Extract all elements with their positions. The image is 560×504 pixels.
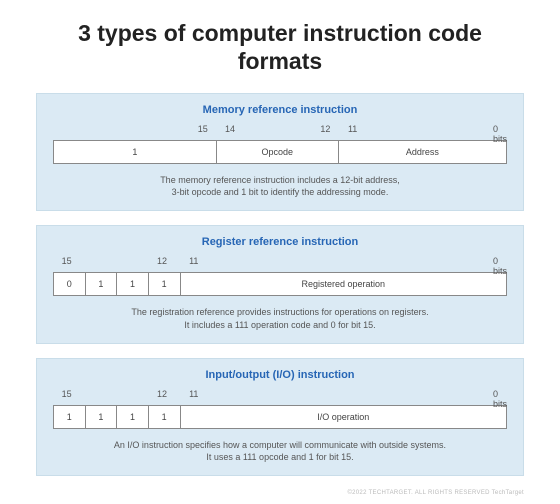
panel-register-bit-labels: 15 12 11 0 bits (53, 256, 507, 270)
cell-op1: 1 (86, 273, 118, 295)
panel-memory: Memory reference instruction 15 14 12 11… (36, 93, 524, 211)
panel-io-bit-labels: 15 12 11 0 bits (53, 389, 507, 403)
panel-register-cells: 0 1 1 1 Registered operation (53, 272, 507, 296)
cell-i-bit: 1 (54, 141, 217, 163)
panel-io-title: Input/output (I/O) instruction (53, 369, 507, 381)
bit-label: 12 (157, 389, 167, 399)
bit-label: 12 (157, 256, 167, 266)
bit-label: 11 (189, 256, 198, 266)
cell-op3: 1 (149, 273, 181, 295)
cell-bit15: 0 (54, 273, 86, 295)
panel-register-descr: The registration reference provides inst… (53, 306, 507, 330)
panel-io-cells: 1 1 1 1 I/O operation (53, 405, 507, 429)
bit-label: 0 bits (493, 389, 507, 409)
cell-address: Address (339, 141, 506, 163)
bit-label: 0 bits (493, 256, 507, 276)
cell-opcode: Opcode (217, 141, 339, 163)
diagram-title: 3 types of computer instruction code for… (36, 20, 524, 75)
bit-label: 15 (62, 256, 72, 266)
cell-op3: 1 (149, 406, 181, 428)
panel-memory-title: Memory reference instruction (53, 104, 507, 116)
copyright-footnote: ©2022 TECHTARGET. ALL RIGHTS RESERVED Te… (36, 490, 524, 496)
panel-memory-cells: 1 Opcode Address (53, 140, 507, 164)
bit-label: 11 (348, 124, 357, 134)
bit-label: 0 bits (493, 124, 507, 144)
cell-bit15: 1 (54, 406, 86, 428)
cell-op1: 1 (86, 406, 118, 428)
bit-label: 14 (225, 124, 235, 134)
cell-op2: 1 (117, 273, 149, 295)
bit-label: 15 (62, 389, 72, 399)
cell-io-op: I/O operation (181, 406, 507, 428)
panel-memory-descr: The memory reference instruction include… (53, 174, 507, 198)
cell-register-op: Registered operation (181, 273, 507, 295)
bit-label: 12 (320, 124, 330, 134)
bit-label: 15 (198, 124, 208, 134)
panel-io: Input/output (I/O) instruction 15 12 11 … (36, 358, 524, 476)
panel-register-title: Register reference instruction (53, 236, 507, 248)
panel-memory-bit-labels: 15 14 12 11 0 bits (53, 124, 507, 138)
panel-io-descr: An I/O instruction specifies how a compu… (53, 439, 507, 463)
bit-label: 11 (189, 389, 198, 399)
panel-register: Register reference instruction 15 12 11 … (36, 225, 524, 343)
cell-op2: 1 (117, 406, 149, 428)
